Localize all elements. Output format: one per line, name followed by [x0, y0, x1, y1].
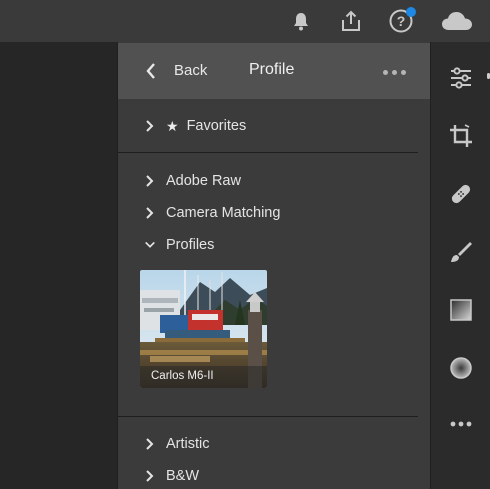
sliders-icon[interactable] [447, 64, 475, 92]
group-adobe-raw[interactable]: Adobe Raw [144, 170, 241, 192]
chevron-right-icon [144, 119, 156, 133]
group-label: Adobe Raw [166, 173, 241, 189]
group-bw[interactable]: B&W [144, 465, 199, 487]
brush-icon[interactable] [447, 238, 475, 266]
more-horizontal-icon[interactable] [447, 410, 475, 438]
profile-thumbnail[interactable]: Carlos M6-II [140, 270, 267, 388]
chevron-right-icon [144, 174, 156, 188]
chevron-right-icon [144, 437, 156, 451]
group-camera-matching[interactable]: Camera Matching [144, 202, 280, 224]
divider [118, 152, 418, 153]
group-artistic[interactable]: Artistic [144, 433, 210, 455]
group-label: Artistic [166, 436, 210, 452]
group-label: Profiles [166, 237, 215, 253]
star-icon: ★ [166, 117, 179, 134]
healing-bandage-icon[interactable] [447, 180, 475, 208]
group-label: Favorites [186, 118, 247, 134]
group-profiles[interactable]: Profiles [144, 234, 214, 256]
share-icon[interactable] [336, 6, 366, 36]
filmstrip-area [0, 42, 117, 489]
profile-thumbnail-label: Carlos M6-II [140, 366, 267, 388]
back-button[interactable]: Back [174, 62, 207, 79]
group-label: Camera Matching [166, 205, 281, 221]
chevron-right-icon [144, 206, 156, 220]
notification-dot [406, 7, 416, 17]
panel-title: Profile [249, 61, 295, 78]
profile-panel: Back Profile ★ Favorites Adobe Raw Camer… [117, 42, 431, 489]
group-favorites[interactable]: ★ Favorites [144, 115, 246, 137]
group-label: B&W [166, 468, 200, 484]
chevron-left-icon[interactable] [144, 60, 158, 82]
bell-icon[interactable] [286, 6, 316, 36]
linear-gradient-icon[interactable] [447, 296, 475, 324]
radial-gradient-icon[interactable] [447, 354, 475, 382]
panel-header: Back Profile [118, 43, 430, 99]
help-icon[interactable]: ? [386, 6, 416, 36]
chevron-right-icon [144, 469, 156, 483]
more-options-icon[interactable] [383, 67, 409, 77]
cloud-icon[interactable] [440, 6, 474, 36]
chevron-down-icon [144, 238, 156, 252]
svg-text:?: ? [397, 13, 406, 29]
crop-icon[interactable] [447, 122, 475, 150]
top-bar: ? [0, 0, 490, 42]
divider [118, 416, 418, 417]
edit-toolbar [431, 42, 490, 489]
